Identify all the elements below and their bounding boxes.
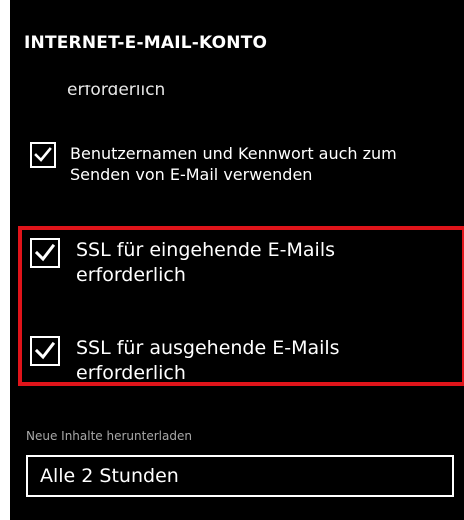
page-title: INTERNET-E-MAIL-KONTO: [24, 33, 268, 53]
use-credentials-label: Benutzernamen und Kennwort auch zum Send…: [70, 144, 397, 184]
download-interval-value: Alle 2 Stunden: [40, 465, 179, 487]
account-settings-screen: INTERNET-E-MAIL-KONTO erforderlich Benut…: [10, 0, 464, 520]
ssl-incoming-option[interactable]: SSL für eingehende E-Mails erforderlich: [30, 238, 436, 288]
ssl-outgoing-checkbox[interactable]: [30, 336, 60, 366]
ssl-outgoing-option[interactable]: SSL für ausgehende E-Mails erforderlich: [30, 336, 436, 386]
download-interval-label: Neue Inhalte herunterladen: [26, 429, 192, 443]
checkmark-icon: [34, 341, 56, 360]
ssl-outgoing-label: SSL für ausgehende E-Mails erforderlich: [76, 337, 340, 384]
use-credentials-checkbox[interactable]: [30, 142, 56, 168]
checkmark-icon: [34, 243, 56, 262]
download-interval-picker[interactable]: Alle 2 Stunden: [26, 455, 454, 497]
scrolled-off-label-text: erforderlich: [67, 85, 166, 100]
ssl-incoming-label: SSL für eingehende E-Mails erforderlich: [76, 239, 336, 286]
scrolled-off-label: erforderlich: [67, 85, 165, 103]
ssl-incoming-checkbox[interactable]: [30, 238, 60, 268]
use-credentials-for-send-option[interactable]: Benutzernamen und Kennwort auch zum Send…: [30, 142, 430, 185]
checkmark-icon: [34, 147, 52, 162]
